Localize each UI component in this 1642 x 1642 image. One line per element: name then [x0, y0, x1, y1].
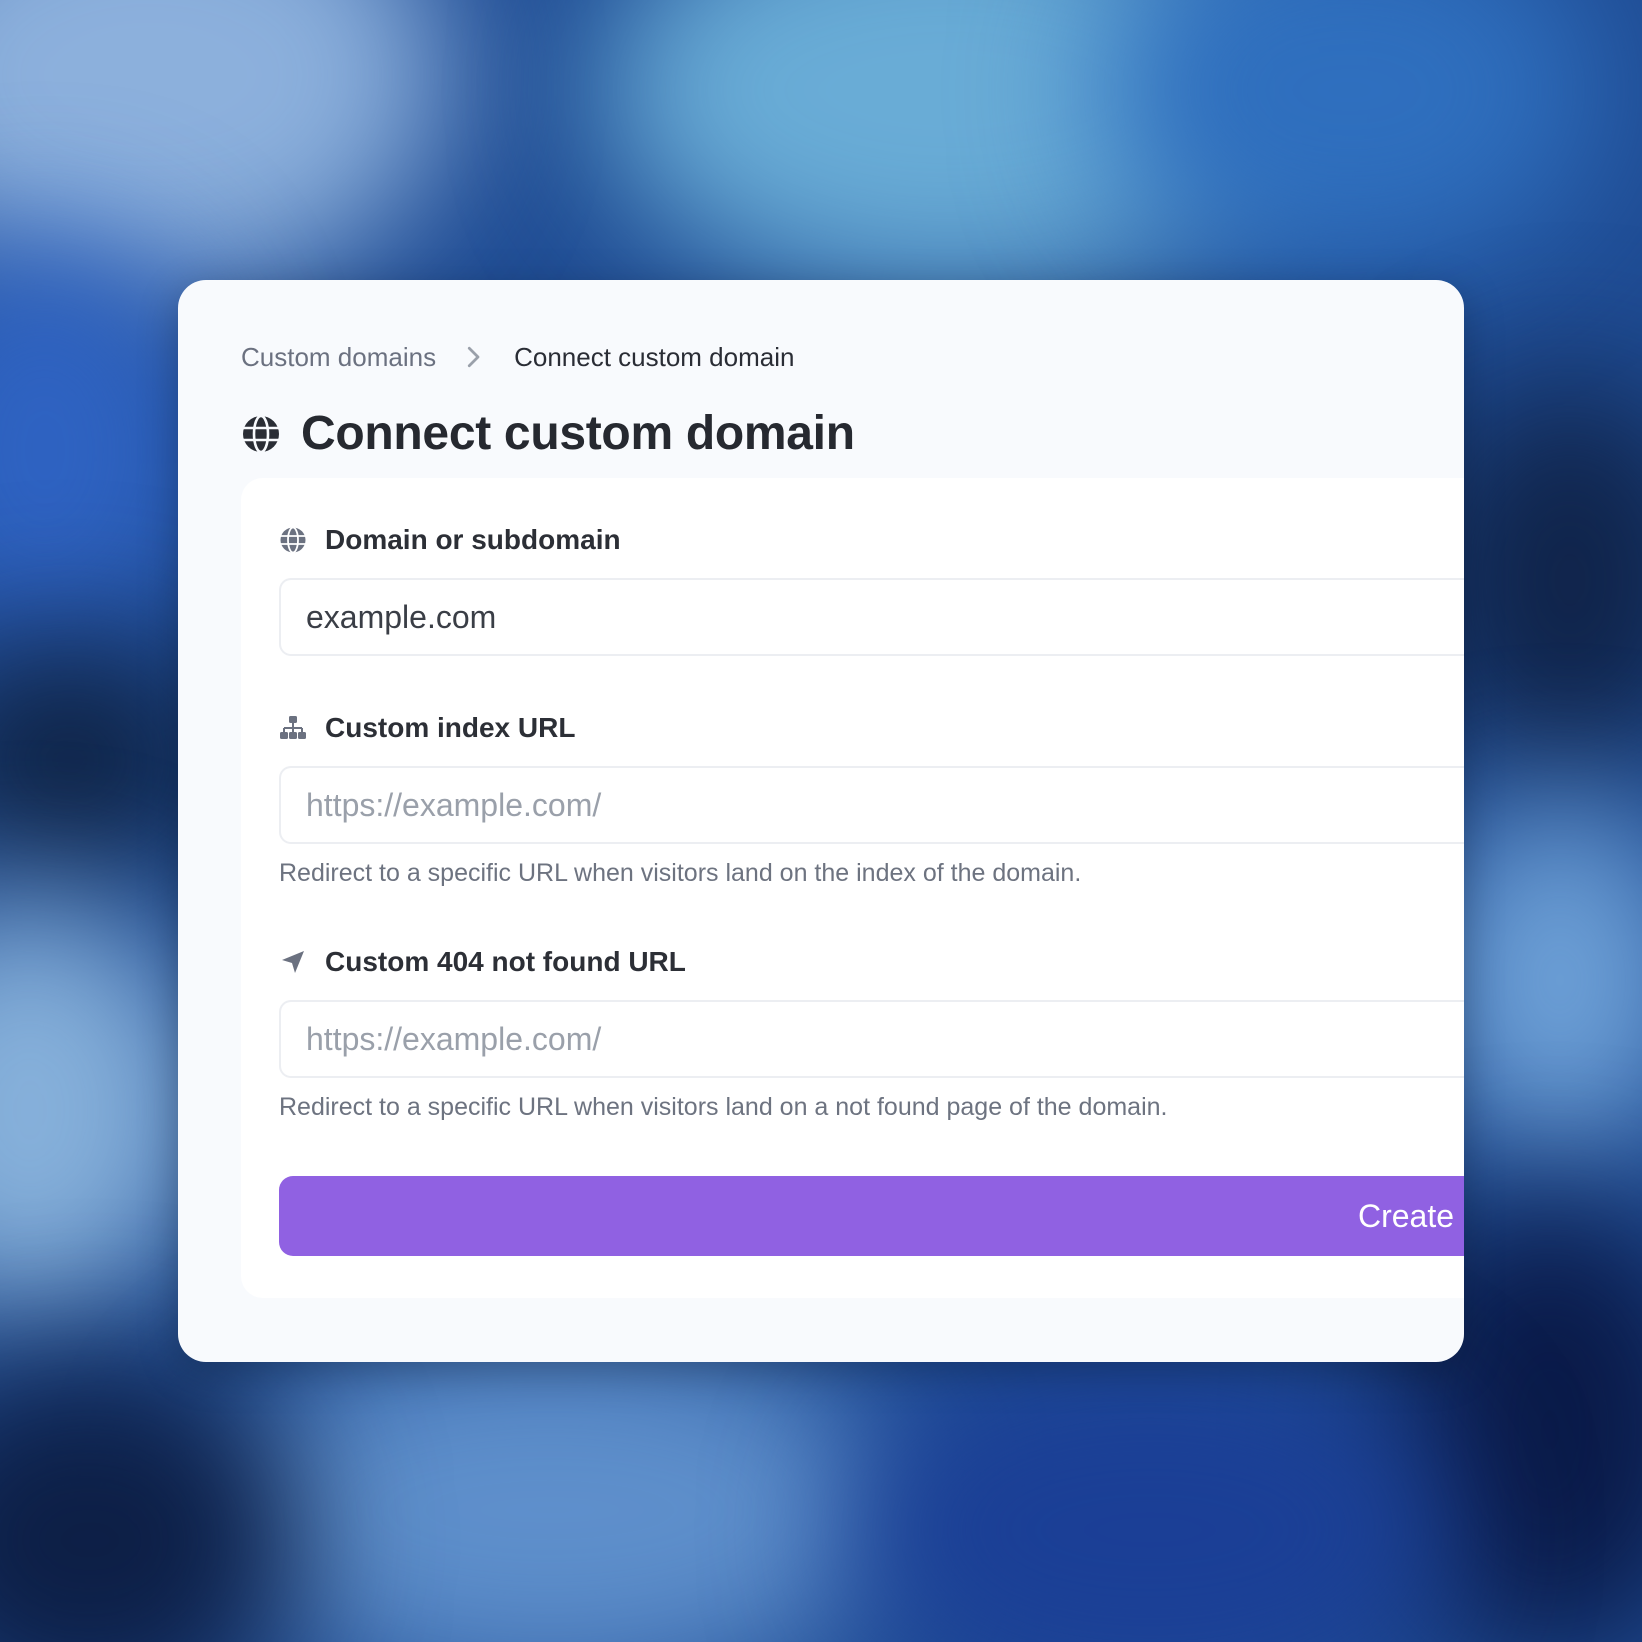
- location-arrow-icon: [282, 951, 304, 973]
- create-button[interactable]: Create: [279, 1176, 1464, 1256]
- chevron-right-icon: [467, 346, 480, 368]
- index-url-help-text: Redirect to a specific URL when visitors…: [279, 859, 1082, 887]
- not-found-url-field-label-text: Custom 404 not found URL: [325, 946, 686, 977]
- page-title: Connect custom domain: [301, 407, 855, 460]
- breadcrumb: Custom domains Connect custom domain: [241, 339, 794, 375]
- index-url-input[interactable]: [279, 766, 1464, 844]
- index-url-field-label-text: Custom index URL: [325, 712, 576, 743]
- page-header: Connect custom domain: [241, 404, 855, 464]
- globe-icon: [280, 526, 306, 554]
- not-found-url-input[interactable]: [279, 1000, 1464, 1078]
- globe-icon: [243, 414, 279, 454]
- domain-field-label-text: Domain or subdomain: [325, 524, 621, 555]
- breadcrumb-custom-domains-link[interactable]: Custom domains: [241, 339, 436, 375]
- not-found-url-field-label: Custom 404 not found URL: [279, 944, 686, 980]
- connect-domain-card: Custom domains Connect custom domain Con…: [178, 280, 1464, 1362]
- not-found-url-help-text: Redirect to a specific URL when visitors…: [279, 1093, 1168, 1121]
- sitemap-icon: [280, 716, 306, 739]
- breadcrumb-current: Connect custom domain: [514, 342, 795, 372]
- domain-input[interactable]: [279, 578, 1464, 656]
- index-url-field-label: Custom index URL: [279, 710, 575, 746]
- domain-field-label: Domain or subdomain: [279, 522, 621, 558]
- domain-form: Domain or subdomain Custom index URL Red…: [241, 478, 1464, 1298]
